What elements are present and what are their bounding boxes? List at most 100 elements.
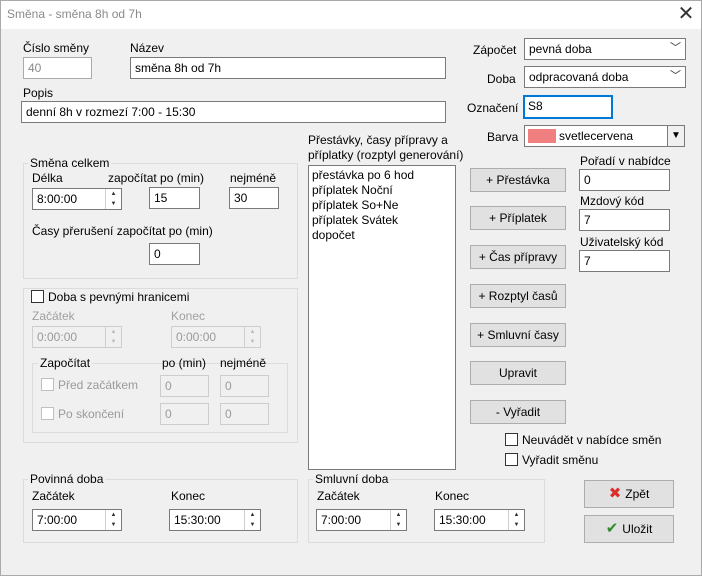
zapocet-label: Zápočet [473,43,517,57]
save-button-label: Uložit [622,522,653,536]
fixed-start-label: Začátek [32,309,75,323]
caret-down-icon[interactable]: ▼ [667,126,684,146]
interruption-field[interactable]: 0 [149,243,200,265]
list-item[interactable]: přestávka po 6 hod [312,168,452,183]
checkbox-box[interactable] [41,407,54,420]
spin-down-icon[interactable]: ▼ [391,520,406,530]
count-after-field[interactable]: 15 [149,187,200,209]
edit-button[interactable]: Upravit [470,361,566,385]
spin-up-icon[interactable]: ▲ [509,510,524,520]
zapocet-value: pevná doba [529,42,592,56]
wage-code-field[interactable]: 7 [579,209,670,231]
contract-time-title: Smluvní doba [313,472,391,486]
spin-up-icon[interactable]: ▲ [245,327,260,337]
interruption-label: Časy přerušení započítat po (min) [32,224,213,238]
order-field[interactable]: 0 [579,169,670,191]
retire-shift-checkbox[interactable]: Vyřadit směnu [505,453,598,467]
length-label: Délka [32,171,63,185]
shift-total-title: Směna celkem [28,156,112,170]
mandatory-end-value: 15:30:00 [174,513,221,527]
wage-code-label: Mzdový kód [580,194,645,208]
spin-up-icon[interactable]: ▲ [391,510,406,520]
retire-shift-label: Vyřadit směnu [522,453,599,467]
fixed-end-value: 0:00:00 [176,330,217,344]
chevron-down-icon: ﹀ [670,42,681,54]
list-item[interactable]: příplatek So+Ne [312,198,452,213]
checkbox-box[interactable] [41,378,54,391]
hide-in-menu-label: Neuvádět v nabídce směn [522,433,662,447]
fixed-bounds-checkbox[interactable]: Doba s pevnými hranicemi [31,290,192,304]
red-x-icon: ✖ [608,485,622,502]
contract-start-label: Začátek [317,489,360,503]
doba-label: Doba [487,72,516,86]
remove-button[interactable]: - Vyřadit [470,400,566,424]
fixed-minimum-label: nejméně [220,356,267,370]
spin-down-icon[interactable]: ▼ [106,337,121,347]
fixed-start-spinner[interactable]: 0:00:00 ▲ ▼ [32,326,122,348]
before-start-checkbox[interactable]: Před začátkem [41,378,138,392]
oznaceni-field[interactable]: S8 [523,95,613,119]
after-end-after-field[interactable]: 0 [160,403,209,425]
spin-up-icon[interactable]: ▲ [106,189,121,199]
spin-down-icon[interactable]: ▼ [106,199,121,209]
checkbox-box[interactable] [31,290,44,303]
add-time-spread-button[interactable]: + Rozptyl časů [470,284,566,308]
after-end-minimum-field[interactable]: 0 [220,403,269,425]
breaks-title-line1: Přestávky, časy přípravy a [308,133,448,147]
order-label: Pořadí v nabídce [580,154,671,168]
color-value: svetlecervena [559,129,634,143]
contract-start-spinner[interactable]: 7:00:00 ▲ ▼ [316,509,407,531]
color-swatch [528,129,556,143]
spin-down-icon[interactable]: ▼ [245,520,260,530]
add-surcharge-button[interactable]: + Příplatek [470,206,566,230]
spin-up-icon[interactable]: ▲ [245,510,260,520]
before-start-after-field[interactable]: 0 [160,375,209,397]
doba-select[interactable]: odpracovaná doba ﹀ [524,66,686,88]
add-prep-time-button[interactable]: + Čas přípravy [470,245,566,269]
list-item[interactable]: příplatek Noční [312,183,452,198]
description-field[interactable]: denní 8h v rozmezí 7:00 - 15:30 [21,101,446,123]
spin-up-icon[interactable]: ▲ [106,510,121,520]
name-field[interactable]: směna 8h od 7h [130,57,446,79]
contract-start-value: 7:00:00 [321,513,362,527]
hide-in-menu-checkbox[interactable]: Neuvádět v nabídce směn [505,433,661,447]
mandatory-time-title: Povinná doba [28,472,106,486]
contract-end-spinner[interactable]: 15:30:00 ▲ ▼ [434,509,525,531]
add-break-button[interactable]: + Přestávka [470,168,566,192]
spin-down-icon[interactable]: ▼ [245,337,260,347]
add-contract-times-button[interactable]: + Smluvní časy [470,323,566,347]
list-item[interactable]: dopočet [312,228,452,243]
before-start-minimum-field[interactable]: 0 [220,375,269,397]
mandatory-end-label: Konec [171,489,206,503]
before-start-label: Před začátkem [58,378,139,392]
fixed-end-spinner[interactable]: 0:00:00 ▲ ▼ [171,326,261,348]
shift-number-field[interactable]: 40 [23,57,92,79]
list-item[interactable]: příplatek Svátek [312,213,452,228]
name-label: Název [130,41,165,55]
checkmark-icon: ✔ [605,520,619,537]
color-select[interactable]: svetlecervena ▼ [524,125,685,147]
mandatory-start-spinner[interactable]: 7:00:00 ▲ ▼ [32,509,122,531]
contract-end-label: Konec [435,489,470,503]
breaks-title-line2: příplatky (rozptyl generování) [308,148,464,162]
barva-label: Barva [487,130,519,144]
contract-end-value: 15:30:00 [439,513,486,527]
after-end-checkbox[interactable]: Po skončení [41,407,124,421]
spin-down-icon[interactable]: ▼ [509,520,524,530]
user-code-field[interactable]: 7 [579,250,670,272]
spin-down-icon[interactable]: ▼ [106,520,121,530]
breaks-list[interactable]: přestávka po 6 hod příplatek Noční příplat… [308,165,456,470]
checkbox-box[interactable] [505,453,518,466]
count-title: Započítat [38,356,93,370]
fixed-start-value: 0:00:00 [37,330,78,344]
save-button[interactable]: ✔ Uložit [584,515,674,543]
user-code-label: Uživatelský kód [580,235,664,249]
spin-up-icon[interactable]: ▲ [106,327,121,337]
minimum-field[interactable]: 30 [229,187,279,209]
checkbox-box[interactable] [505,433,518,446]
mandatory-end-spinner[interactable]: 15:30:00 ▲ ▼ [169,509,261,531]
close-icon[interactable]: ✕ [671,1,701,29]
zapocet-select[interactable]: pevná doba ﹀ [524,38,686,60]
back-button[interactable]: ✖ Zpět [584,480,674,508]
length-spinner[interactable]: 8:00:00 ▲ ▼ [32,188,122,210]
